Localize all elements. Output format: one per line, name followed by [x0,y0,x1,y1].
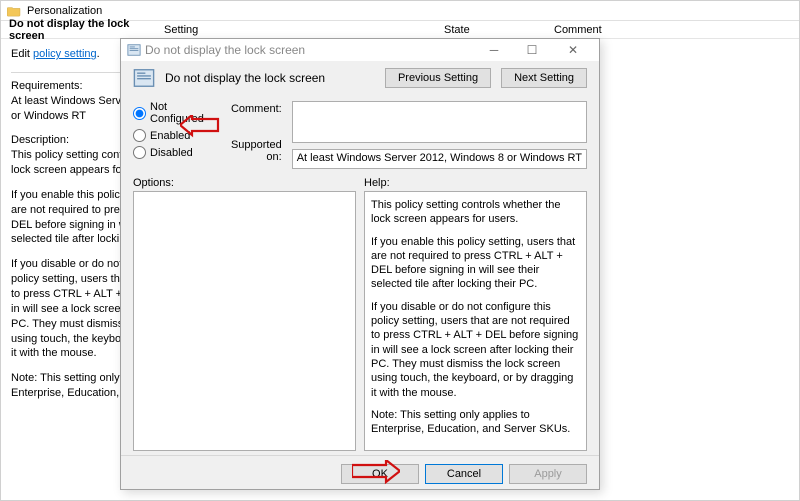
radio-group: Not Configured Enabled Disabled [133,101,212,169]
radio-disabled-input[interactable] [133,146,146,159]
options-panel[interactable] [133,191,356,451]
help-panel[interactable]: This policy setting controls whether the… [364,191,587,451]
policy-icon [127,43,141,57]
col-comment[interactable]: Comment [554,24,799,36]
radio-disabled-label: Disabled [150,147,193,159]
config-row: Not Configured Enabled Disabled Comment:… [133,101,587,169]
help-column: Help: This policy setting controls wheth… [364,177,587,451]
minimize-button[interactable]: ─ [477,39,511,61]
dialog-header: Do not display the lock screen Previous … [121,61,599,95]
side-fields: At least Windows Server 2012, Windows 8 … [292,101,587,169]
side-labels: Comment: Supported on: [222,101,281,169]
col-state[interactable]: State [444,24,554,36]
radio-disabled[interactable]: Disabled [133,146,212,159]
col-setting[interactable]: Setting [164,24,444,36]
help-label: Help: [364,177,587,189]
dialog-footer: OK Cancel Apply [121,455,599,492]
previous-setting-button[interactable]: Previous Setting [385,68,491,88]
bg-category: Personalization [27,5,102,17]
maximize-button[interactable]: ☐ [515,39,549,61]
options-label: Options: [133,177,356,189]
dialog-heading: Do not display the lock screen [165,71,375,85]
cancel-button[interactable]: Cancel [425,464,503,484]
help-p3: If you disable or do not configure this … [371,300,580,400]
radio-not-configured-label: Not Configured [150,101,212,125]
dialog-titlebar[interactable]: Do not display the lock screen ─ ☐ ✕ [121,39,599,61]
radio-not-configured-input[interactable] [133,107,146,120]
requirements-label: Requirements: [11,80,83,92]
help-p4: Note: This setting only applies to Enter… [371,408,580,437]
bg-column-headers: Do not display the lock screen Setting S… [1,21,799,39]
ok-button[interactable]: OK [341,464,419,484]
radio-not-configured[interactable]: Not Configured [133,101,212,125]
radio-enabled-input[interactable] [133,129,146,142]
close-button[interactable]: ✕ [553,39,593,61]
dialog-body: Not Configured Enabled Disabled Comment:… [121,95,599,455]
dialog-title: Do not display the lock screen [145,43,473,57]
radio-enabled-label: Enabled [150,130,190,142]
radio-enabled[interactable]: Enabled [133,129,212,142]
apply-button[interactable]: Apply [509,464,587,484]
policy-setting-link[interactable]: policy setting [33,48,97,60]
edit-label: Edit [11,48,30,60]
supported-on-box: At least Windows Server 2012, Windows 8 … [292,149,587,169]
supported-label: Supported on: [222,139,281,163]
comment-input[interactable] [292,101,587,143]
next-setting-button[interactable]: Next Setting [501,68,587,88]
folder-icon [7,5,21,17]
description-label: Description: [11,134,69,146]
help-p1: This policy setting controls whether the… [371,198,580,227]
policy-icon-large [133,67,155,89]
lower-panels: Options: Help: This policy setting contr… [133,177,587,451]
policy-dialog: Do not display the lock screen ─ ☐ ✕ Do … [120,38,600,490]
comment-label: Comment: [222,103,281,115]
help-p2: If you enable this policy setting, users… [371,235,580,292]
options-column: Options: [133,177,356,451]
